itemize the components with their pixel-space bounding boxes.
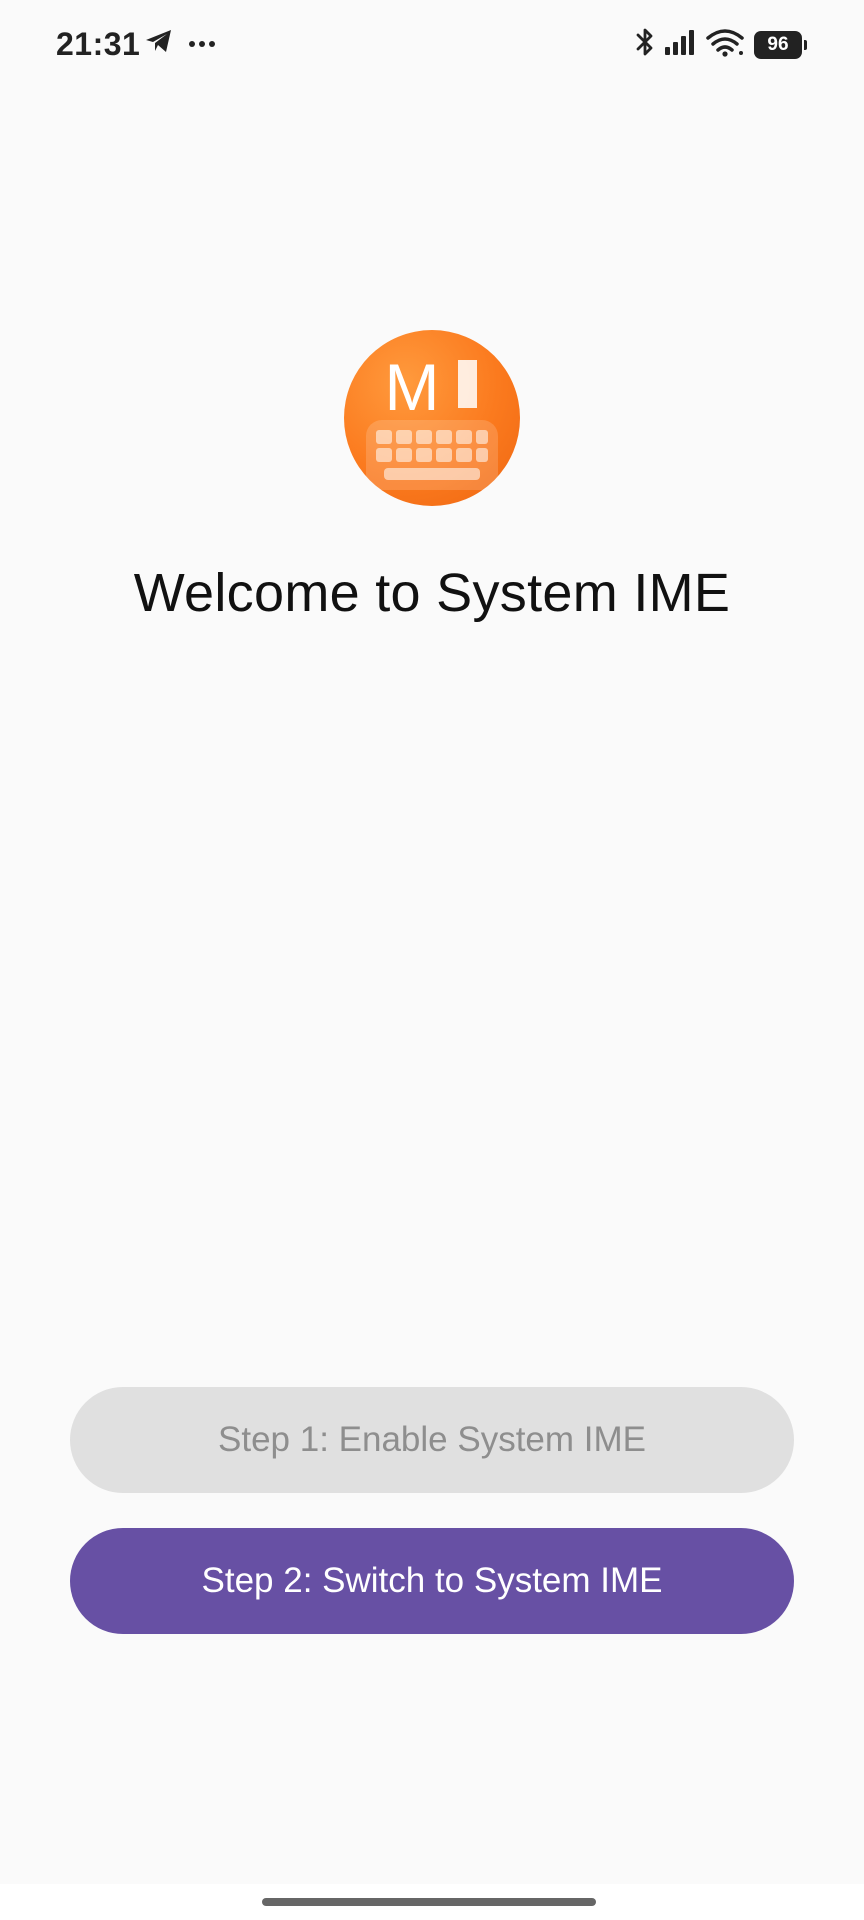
switch-ime-button[interactable]: Step 2: Switch to System IME xyxy=(70,1528,794,1634)
status-right-icons: 96 xyxy=(634,26,807,63)
battery-icon: 96 xyxy=(754,30,807,59)
home-indicator[interactable] xyxy=(262,1898,596,1906)
battery-level: 96 xyxy=(767,33,789,55)
logo-letter: M xyxy=(385,350,440,424)
status-time: 21:31 xyxy=(56,26,141,62)
status-left-icons xyxy=(144,28,216,59)
status-bar: 21:31 96 xyxy=(0,0,864,90)
telegram-icon xyxy=(144,28,174,59)
welcome-title: Welcome to System IME xyxy=(133,563,731,623)
enable-ime-button[interactable]: Step 1: Enable System IME xyxy=(70,1387,794,1493)
bluetooth-icon xyxy=(634,26,656,63)
app-logo: M xyxy=(344,330,520,506)
more-dots-icon xyxy=(188,35,216,53)
signal-icon xyxy=(664,28,698,61)
keyboard-logo-icon: M xyxy=(366,350,498,490)
wifi-icon xyxy=(706,27,746,62)
